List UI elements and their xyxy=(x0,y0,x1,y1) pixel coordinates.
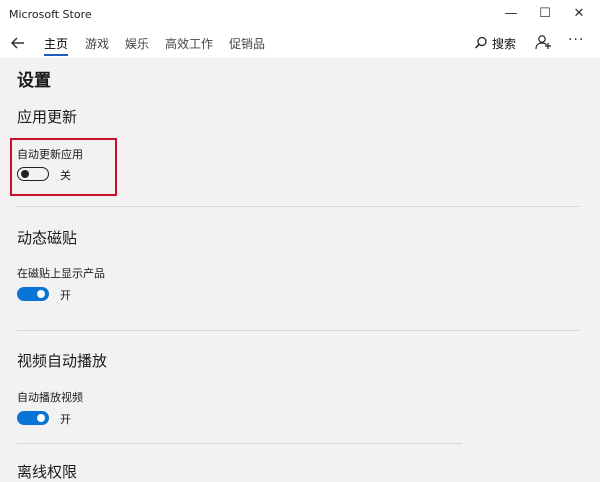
autoplay-video-toggle[interactable] xyxy=(17,411,49,425)
search-icon xyxy=(474,36,487,49)
minimize-button[interactable]: — xyxy=(494,0,528,26)
section-heading-app-updates: 应用更新 xyxy=(17,108,78,126)
minimize-icon: — xyxy=(504,5,518,21)
app-title: Microsoft Store xyxy=(9,8,92,21)
toggle-knob xyxy=(37,414,45,422)
toggle-knob xyxy=(37,290,45,298)
tab-home[interactable]: 主页 xyxy=(44,35,68,52)
setting-label-show-products: 在磁贴上显示产品 xyxy=(17,267,105,280)
section-divider xyxy=(17,206,579,207)
maximize-button[interactable]: ☐ xyxy=(528,0,562,26)
section-heading-live-tiles: 动态磁贴 xyxy=(17,229,78,247)
section-divider xyxy=(17,443,462,444)
toggle-state-label: 开 xyxy=(60,413,71,426)
section-heading-offline-permissions: 离线权限 xyxy=(17,463,78,481)
more-options-icon[interactable]: ··· xyxy=(568,32,584,48)
active-tab-indicator xyxy=(44,54,68,56)
title-bar: Microsoft Store — ☐ ✕ xyxy=(0,0,600,28)
tab-games[interactable]: 游戏 xyxy=(85,35,109,52)
user-icon[interactable] xyxy=(535,34,551,50)
page-title: 设置 xyxy=(17,71,51,91)
back-arrow-icon[interactable] xyxy=(8,34,28,52)
highlight-box xyxy=(10,138,117,196)
toggle-state-label: 开 xyxy=(60,289,71,302)
settings-page: 设置 应用更新 自动更新应用 关 动态磁贴 在磁贴上显示产品 开 视频自动播放 … xyxy=(0,58,600,481)
close-button[interactable]: ✕ xyxy=(562,0,596,26)
nav-bar: 主页 游戏 娱乐 高效工作 促销品 搜索 ··· xyxy=(0,28,600,58)
section-heading-video-autoplay: 视频自动播放 xyxy=(17,352,108,370)
search-button[interactable]: 搜索 xyxy=(474,33,516,53)
show-products-toggle[interactable] xyxy=(17,287,49,301)
tab-productivity[interactable]: 高效工作 xyxy=(165,35,213,52)
section-divider xyxy=(17,330,579,331)
setting-label-autoplay-video: 自动播放视频 xyxy=(17,391,83,404)
tab-deals[interactable]: 促销品 xyxy=(229,35,265,52)
search-label: 搜索 xyxy=(492,36,517,51)
close-icon: ✕ xyxy=(573,5,585,21)
maximize-icon: ☐ xyxy=(539,5,551,21)
tab-entertainment[interactable]: 娱乐 xyxy=(125,35,149,52)
